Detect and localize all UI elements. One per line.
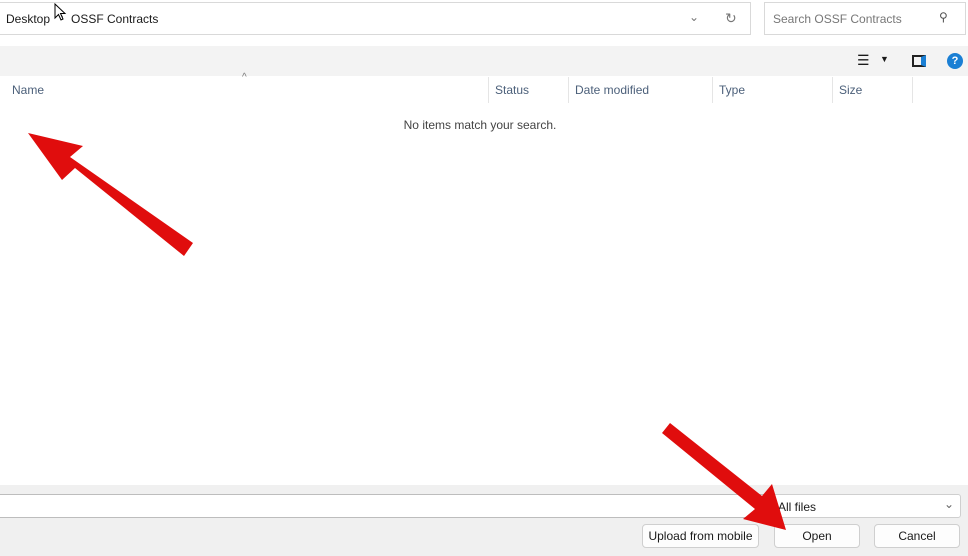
red-arrow-annotation — [662, 423, 786, 530]
red-arrow-annotation — [28, 133, 193, 256]
annotation-layer — [28, 133, 786, 530]
